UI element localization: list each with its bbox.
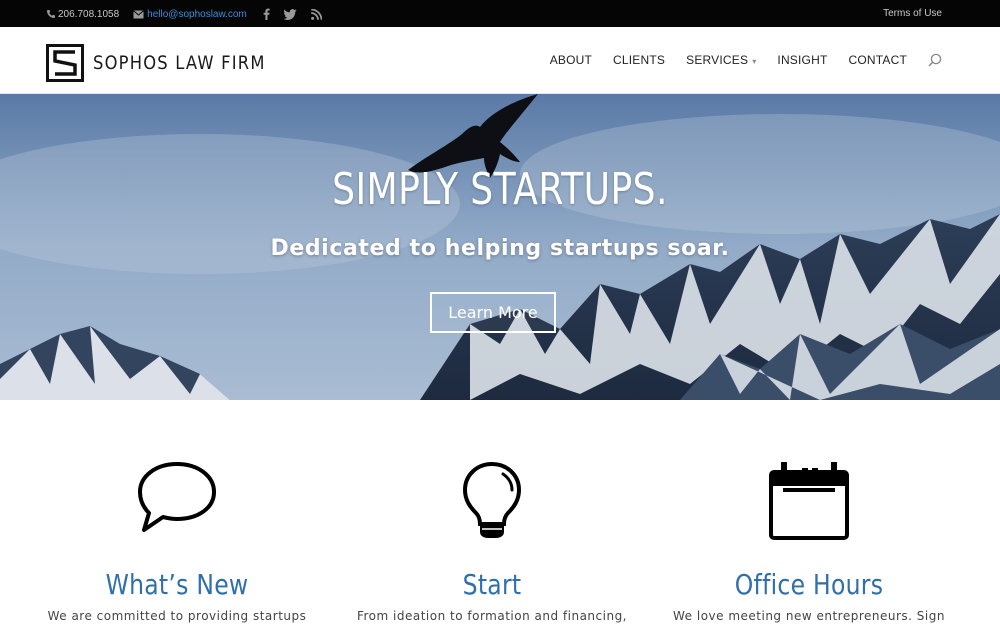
rss-icon[interactable] bbox=[310, 8, 322, 20]
feature-text: We love meeting new entrepreneurs. Sign bbox=[673, 609, 945, 623]
site-header: SOPHOS LAW FIRM ABOUT CLIENTS SERVICES ▾ … bbox=[0, 27, 1000, 94]
logo-text: SOPHOS LAW FIRM bbox=[93, 52, 266, 74]
feature-title[interactable]: Office Hours bbox=[683, 568, 935, 601]
twitter-icon[interactable] bbox=[283, 8, 297, 20]
chevron-down-icon: ▾ bbox=[752, 57, 757, 66]
phone-number[interactable]: 206.708.1058 bbox=[58, 9, 119, 20]
hero-banner: SIMPLY STARTUPS. Dedicated to helping st… bbox=[0, 94, 1000, 400]
nav-services-label: SERVICES bbox=[686, 53, 749, 67]
top-bar: 206.708.1058 hello@sophoslaw.com Terms o… bbox=[0, 0, 1000, 27]
feature-text: From ideation to formation and financing… bbox=[356, 609, 627, 623]
feature-title[interactable]: What’s New bbox=[51, 568, 303, 601]
nav-contact[interactable]: CONTACT bbox=[848, 53, 907, 67]
facebook-icon[interactable] bbox=[263, 8, 270, 20]
hero-subtitle: Dedicated to helping startups soar. bbox=[270, 236, 730, 261]
lightbulb-icon bbox=[462, 461, 522, 538]
terms-of-use-link[interactable]: Terms of Use bbox=[883, 8, 942, 19]
feature-start: Start From ideation to formation and fin… bbox=[342, 460, 642, 623]
site-logo[interactable]: SOPHOS LAW FIRM bbox=[46, 44, 294, 82]
calendar-icon bbox=[769, 462, 849, 540]
sophos-logo-icon bbox=[46, 44, 84, 82]
main-nav: ABOUT CLIENTS SERVICES ▾ INSIGHT CONTACT bbox=[550, 53, 942, 67]
nav-services[interactable]: SERVICES ▾ bbox=[686, 53, 756, 67]
speech-bubble-icon bbox=[138, 462, 216, 532]
hero-title: SIMPLY STARTUPS. bbox=[332, 164, 668, 215]
nav-insight[interactable]: INSIGHT bbox=[777, 53, 827, 67]
nav-about[interactable]: ABOUT bbox=[550, 53, 592, 67]
feature-whats-new: What’s New We are committed to providing… bbox=[27, 460, 327, 623]
top-contact-info: 206.708.1058 hello@sophoslaw.com bbox=[46, 8, 322, 20]
learn-more-button[interactable]: Learn More bbox=[430, 292, 556, 333]
email-link[interactable]: hello@sophoslaw.com bbox=[147, 9, 247, 20]
nav-clients[interactable]: CLIENTS bbox=[613, 53, 665, 67]
feature-title[interactable]: Start bbox=[366, 568, 618, 601]
search-icon[interactable] bbox=[928, 53, 942, 67]
mail-icon bbox=[133, 9, 144, 18]
social-links bbox=[263, 8, 322, 20]
feature-office-hours: Office Hours We love meeting new entrepr… bbox=[659, 460, 959, 623]
feature-text: We are committed to providing startups bbox=[47, 609, 307, 623]
phone-icon bbox=[47, 10, 55, 18]
